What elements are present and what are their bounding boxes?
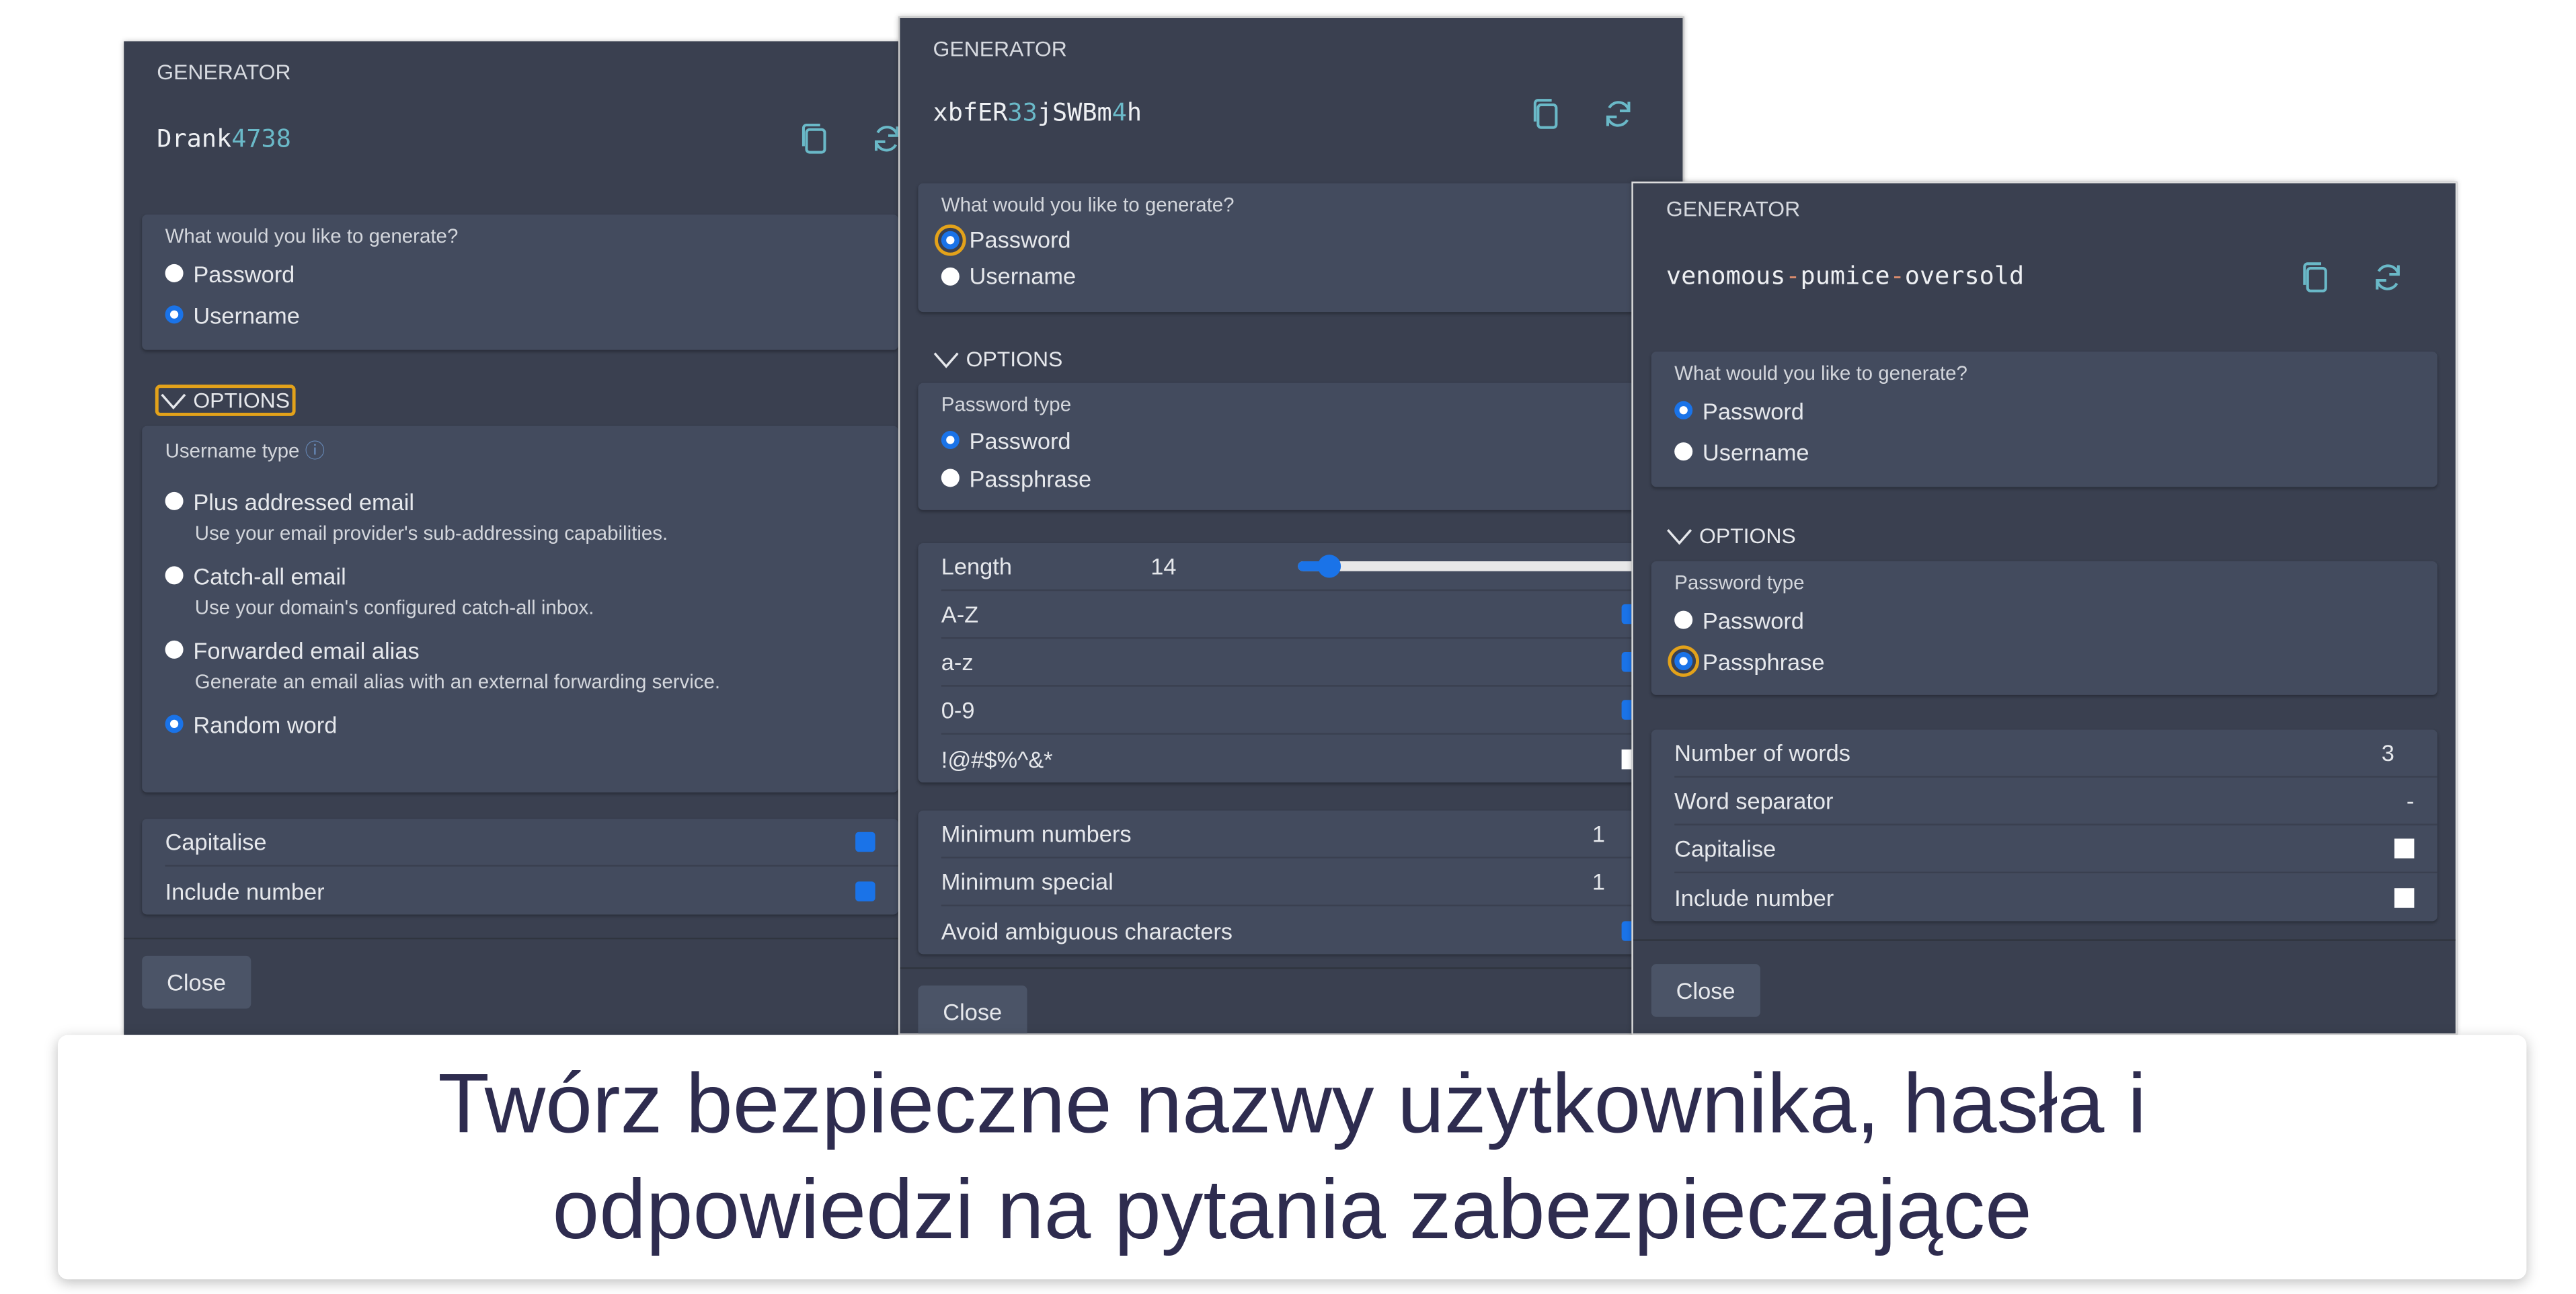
generated-value: venomous-pumice-oversold xyxy=(1666,261,2025,291)
uppercase-row[interactable]: A-Z xyxy=(941,591,1665,639)
capitalise-row[interactable]: Capitalise xyxy=(1674,825,2437,874)
radio-forwarded[interactable]: Forwarded email alias xyxy=(165,629,875,670)
username-type-label: Username type xyxy=(165,439,300,462)
lowercase-row[interactable]: a-z xyxy=(941,639,1665,687)
capitalise-checkbox[interactable] xyxy=(2394,838,2415,859)
refresh-icon[interactable] xyxy=(1600,95,1637,132)
include-number-row[interactable]: Include number xyxy=(1674,873,2437,921)
radio-catch-all[interactable]: Catch-all email xyxy=(165,555,875,596)
question-label: What would you like to generate? xyxy=(1674,361,1967,385)
caption-banner: Twórz bezpieczne nazwy użytkownika, hasł… xyxy=(57,1035,2527,1280)
generate-type-section: What would you like to generate? Passwor… xyxy=(1651,352,2437,487)
length-slider[interactable] xyxy=(1298,555,1642,578)
length-label: Length xyxy=(941,553,1012,579)
description: Use your email provider's sub-addressing… xyxy=(194,522,668,545)
capitalise-checkbox[interactable] xyxy=(855,832,875,852)
radio-type-password[interactable]: Password xyxy=(941,421,1641,458)
avoid-ambiguous-row[interactable]: Avoid ambiguous characters xyxy=(941,906,1665,954)
password-type-label: Password type xyxy=(941,393,1072,416)
generator-header: GENERATOR xyxy=(933,36,1067,61)
password-minimums: Minimum numbers 1 Minimum special 1 Avoid … xyxy=(918,810,1665,955)
digits-row[interactable]: 0-9 xyxy=(941,687,1665,735)
min-numbers-input[interactable]: 1 xyxy=(1592,821,1605,847)
chevron-down-icon xyxy=(1666,528,1692,544)
radio-type-passphrase[interactable]: Passphrase xyxy=(941,459,1641,497)
username-type-section: Username type ⓘ Plus addressed email Use… xyxy=(142,426,898,793)
radio-password[interactable]: Password xyxy=(1674,390,2414,431)
radio-username[interactable]: Username xyxy=(1674,431,2414,472)
caption-line-2: odpowiedzi na pytania zabezpieczające xyxy=(552,1162,2032,1256)
generator-header: GENERATOR xyxy=(1666,196,1801,222)
value-digits: 4738 xyxy=(231,124,291,154)
passphrase-options: Number of words 3 Word separator - Capital… xyxy=(1651,729,2437,922)
separator-label: Word separator xyxy=(1674,787,1834,814)
caption-line-1: Twórz bezpieczne nazwy użytkownika, hasł… xyxy=(438,1056,2147,1151)
description: Use your domain's configured catch-all i… xyxy=(194,596,594,619)
generator-panel-password: GENERATOR xbfER33jSWBm4h What would you … xyxy=(898,16,1684,1035)
radio-password[interactable]: Password xyxy=(941,221,1641,257)
password-type-label: Password type xyxy=(1674,571,1805,595)
include-number-row[interactable]: Include number xyxy=(165,866,898,914)
value-letters: Drank xyxy=(157,124,232,154)
question-label: What would you like to generate? xyxy=(165,224,459,248)
chevron-down-icon xyxy=(933,351,960,368)
min-special-input[interactable]: 1 xyxy=(1592,868,1605,895)
radio-type-password[interactable]: Password xyxy=(1674,599,2414,640)
radio-username[interactable]: Username xyxy=(165,294,875,335)
min-special-label: Minimum special xyxy=(941,868,1114,895)
generator-panel-username: GENERATOR Drank4738 What would you like … xyxy=(124,41,916,1035)
words-label: Number of words xyxy=(1674,739,1850,766)
radio-type-passphrase[interactable]: Passphrase xyxy=(1674,641,2414,682)
capitalise-row[interactable]: Capitalise xyxy=(165,819,898,867)
question-label: What would you like to generate? xyxy=(941,193,1235,216)
radio-random-word[interactable]: Random word xyxy=(165,703,875,744)
generate-type-section: What would you like to generate? Passwor… xyxy=(142,214,898,350)
chevron-down-icon xyxy=(160,392,186,409)
generator-header: GENERATOR xyxy=(157,59,291,85)
options-toggle[interactable]: OPTIONS xyxy=(1666,523,1796,548)
close-button[interactable]: Close xyxy=(1651,964,1760,1017)
close-button[interactable]: Close xyxy=(918,985,1027,1034)
radio-plus-addressed[interactable]: Plus addressed email xyxy=(165,481,875,522)
copy-icon[interactable] xyxy=(1528,95,1564,132)
separator-input[interactable]: - xyxy=(2407,787,2414,813)
password-type-section: Password type Password Passphrase xyxy=(1651,561,2437,695)
words-input[interactable]: 3 xyxy=(2382,739,2394,766)
options-toggle[interactable]: OPTIONS xyxy=(933,347,1062,372)
generate-type-section: What would you like to generate? Passwor… xyxy=(918,183,1665,313)
min-numbers-label: Minimum numbers xyxy=(941,820,1132,847)
options-toggle[interactable]: OPTIONS xyxy=(155,385,295,416)
radio-password[interactable]: Password xyxy=(165,253,875,294)
special-row[interactable]: !@#$%^&* xyxy=(941,735,1665,782)
generator-panel-passphrase: GENERATOR venomous-pumice-oversold What … xyxy=(1631,181,2458,1035)
password-type-section: Password type Password Passphrase xyxy=(918,382,1665,510)
help-circle-icon[interactable]: ⓘ xyxy=(305,439,325,462)
include-number-checkbox[interactable] xyxy=(2394,887,2415,907)
generated-value: xbfER33jSWBm4h xyxy=(933,97,1142,128)
radio-username[interactable]: Username xyxy=(941,257,1641,294)
password-options: Length 14 A-Z a-z 0-9 !@#$%^&* xyxy=(918,542,1665,783)
username-options: Capitalise Include number xyxy=(142,819,898,915)
refresh-icon[interactable] xyxy=(2370,259,2406,296)
copy-icon[interactable] xyxy=(796,120,832,157)
generated-value: Drank4738 xyxy=(157,124,291,153)
copy-icon[interactable] xyxy=(2297,259,2333,296)
include-number-checkbox[interactable] xyxy=(855,881,875,901)
length-value: 14 xyxy=(1150,553,1177,579)
description: Generate an email alias with an external… xyxy=(194,670,721,694)
close-button[interactable]: Close xyxy=(142,955,251,1009)
